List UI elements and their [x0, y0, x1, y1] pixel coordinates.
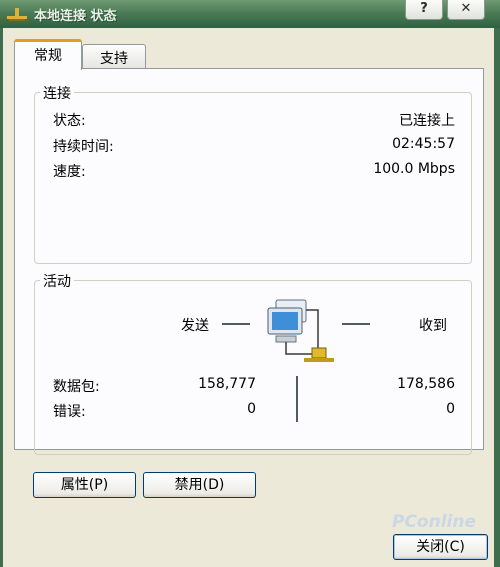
disable-button[interactable]: 禁用(D): [143, 472, 256, 498]
network-computer-icon: [267, 299, 334, 362]
help-button[interactable]: ?: [405, 0, 443, 20]
network-adapter-icon: [7, 8, 27, 21]
close-window-button[interactable]: ✕: [447, 0, 485, 20]
duration-value: 02:45:57: [392, 136, 455, 152]
received-label: 收到: [419, 318, 447, 334]
properties-button[interactable]: 属性(P): [33, 472, 136, 498]
duration-label: 持续时间:: [53, 139, 114, 155]
tab-general[interactable]: 常规: [14, 39, 82, 70]
activity-group: [34, 280, 472, 455]
close-button[interactable]: 关闭(C): [393, 534, 488, 560]
help-icon: ?: [420, 1, 428, 16]
sent-line: [222, 323, 250, 325]
window-title: 本地连接 状态: [34, 9, 117, 24]
errors-sent-value: 0: [247, 401, 256, 417]
watermark: PConline: [392, 512, 477, 532]
errors-label: 错误:: [53, 404, 86, 420]
packets-received-value: 178,586: [397, 376, 455, 392]
title-bar: 本地连接 状态 ? ✕: [0, 0, 500, 28]
close-icon: ✕: [460, 1, 472, 16]
tab-support[interactable]: 支持: [82, 44, 146, 69]
activity-legend: 活动: [40, 271, 74, 291]
sent-label: 发送: [181, 318, 209, 334]
received-line: [342, 323, 370, 325]
speed-value: 100.0 Mbps: [373, 161, 455, 177]
window-border-right: [494, 28, 500, 567]
connection-legend: 连接: [40, 83, 74, 103]
packets-label: 数据包:: [53, 379, 100, 395]
status-label: 状态:: [53, 113, 86, 129]
packets-sent-value: 158,777: [198, 376, 256, 392]
status-value: 已连接上: [399, 113, 455, 129]
window-border-left: [0, 28, 3, 567]
errors-received-value: 0: [446, 401, 455, 417]
speed-label: 速度:: [53, 164, 86, 180]
activity-divider: [296, 376, 298, 422]
